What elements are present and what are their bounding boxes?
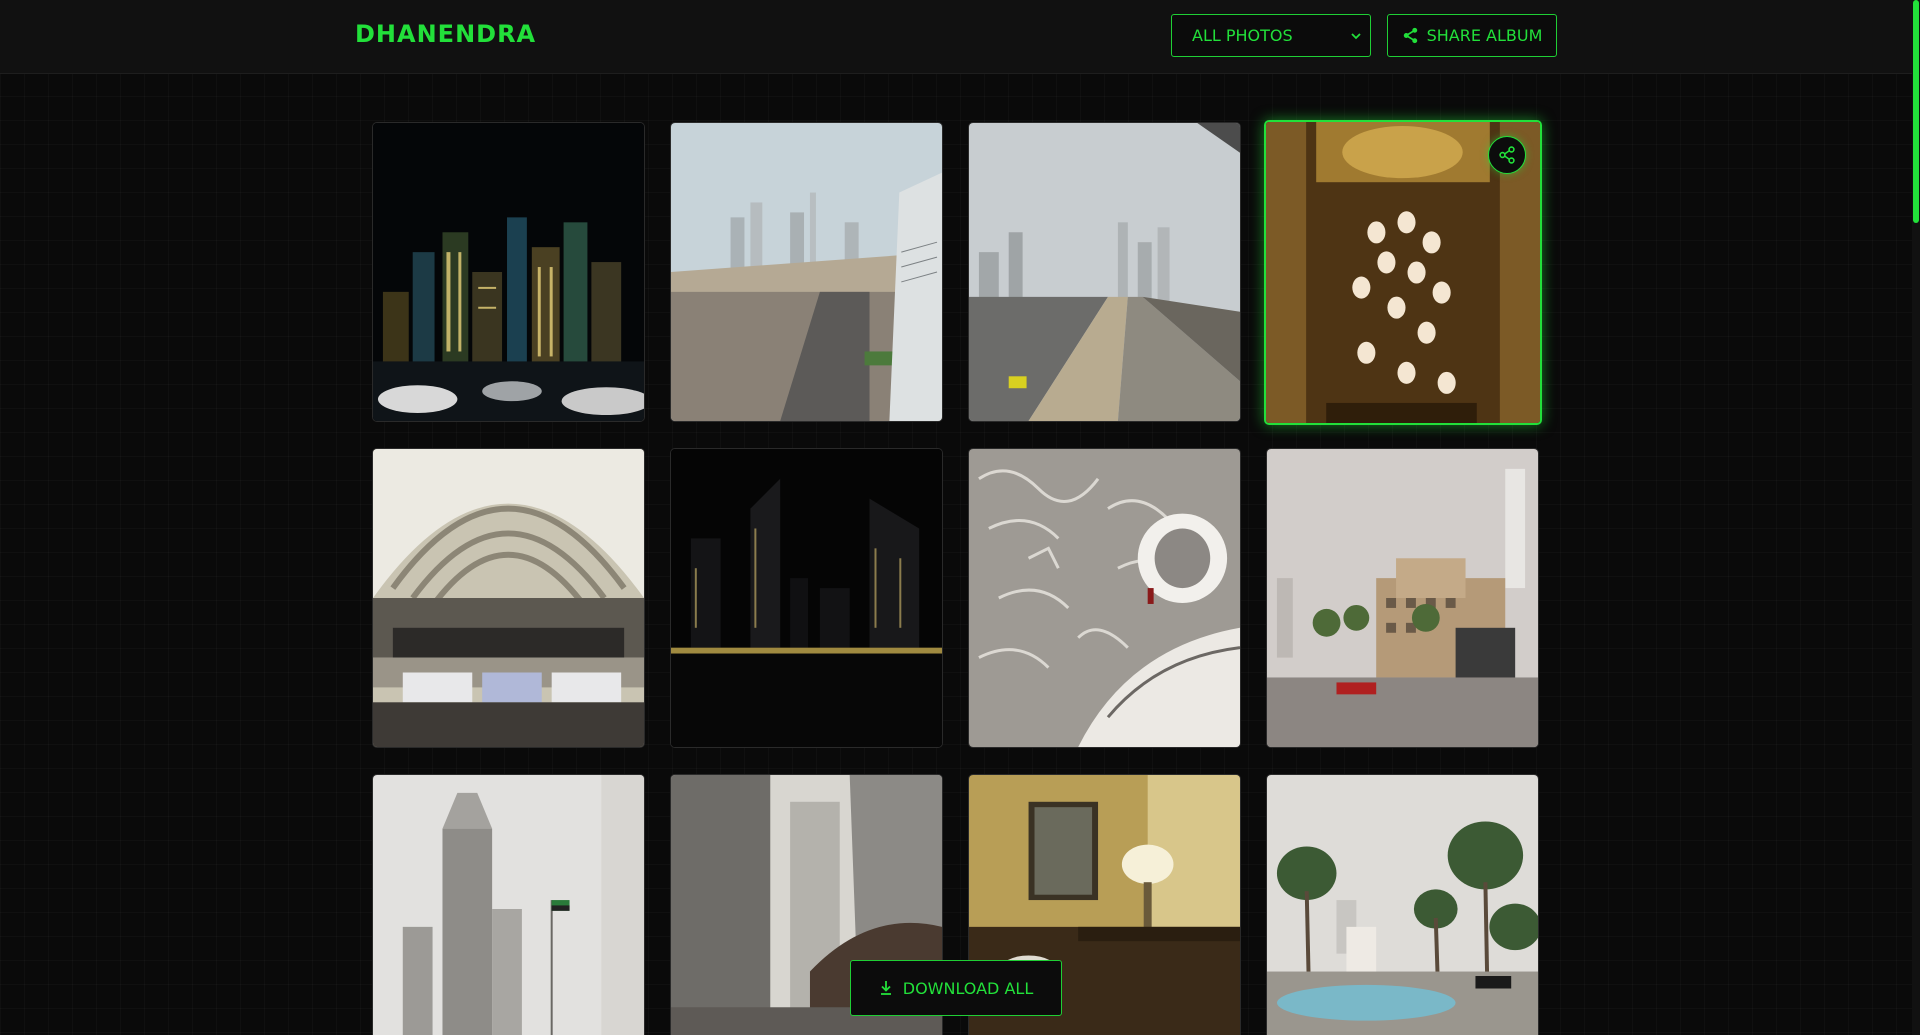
chevron-down-icon	[1351, 33, 1361, 40]
brand-title[interactable]: DHANENDRA	[355, 20, 536, 48]
photo-filter-select[interactable]: ALL PHOTOS	[1171, 14, 1371, 57]
photo-image	[671, 123, 942, 421]
share-icon	[1403, 27, 1417, 44]
photo-tile[interactable]	[1266, 774, 1539, 1035]
photo-image	[1267, 449, 1538, 747]
download-icon	[880, 981, 891, 995]
photo-tile[interactable]	[670, 448, 943, 748]
photo-image	[969, 123, 1240, 421]
photo-tile[interactable]	[968, 448, 1241, 748]
photo-image	[671, 449, 942, 747]
filter-selected-value: ALL PHOTOS	[1192, 26, 1293, 45]
scrollbar-thumb[interactable]	[1913, 0, 1919, 223]
photo-tile[interactable]	[372, 122, 645, 422]
download-all-button[interactable]: DOWNLOAD ALL	[850, 960, 1062, 1016]
share-album-button[interactable]: SHARE ALBUM	[1387, 14, 1557, 57]
photo-tile[interactable]	[372, 448, 645, 748]
share-album-label: SHARE ALBUM	[1426, 26, 1543, 45]
photo-tile[interactable]	[968, 122, 1241, 422]
photo-image	[1267, 775, 1538, 1035]
app-header: DHANENDRA ALL PHOTOS SHARE ALBUM	[0, 0, 1912, 74]
share-icon	[1499, 146, 1515, 164]
photo-image	[373, 123, 644, 421]
photo-tile-selected[interactable]	[1264, 120, 1542, 425]
photo-tile[interactable]	[372, 774, 645, 1035]
photo-tile[interactable]	[670, 122, 943, 422]
photo-image	[373, 775, 644, 1035]
photo-tile[interactable]	[1266, 448, 1539, 748]
photo-image	[969, 449, 1240, 747]
photo-image	[373, 449, 644, 747]
download-all-label: DOWNLOAD ALL	[902, 978, 1034, 998]
photo-share-button[interactable]	[1488, 136, 1526, 174]
